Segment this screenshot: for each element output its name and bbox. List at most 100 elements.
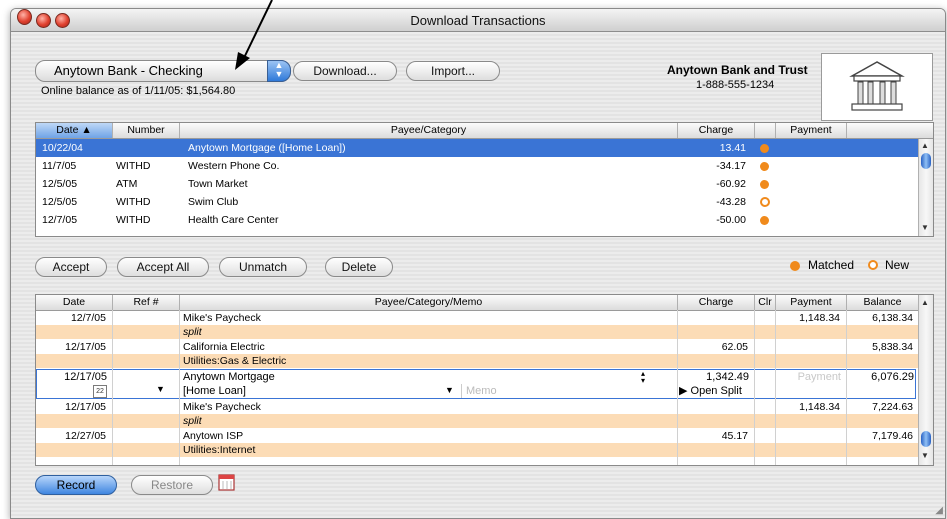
download-transactions-window: Download Transactions Anytown Bank - Che… — [10, 8, 946, 519]
column-divider — [754, 310, 755, 465]
register-category-row[interactable]: Utilities:Gas & Electric — [36, 354, 918, 368]
accept-all-button[interactable]: Accept All — [117, 257, 209, 277]
column-payment[interactable]: Payment — [776, 295, 847, 310]
row-payee: Health Care Center — [188, 214, 279, 226]
register-entry-row[interactable]: 12/17/05 California Electric 62.05 5,838… — [36, 340, 918, 354]
ref-dropdown-icon[interactable]: ▼ — [156, 384, 165, 394]
row-number: WITHD — [116, 196, 151, 208]
download-button[interactable]: Download... — [293, 61, 397, 81]
register-entry-row[interactable]: 12/27/05 Anytown ISP 45.17 7,179.46 — [36, 429, 918, 443]
column-date[interactable]: Date — [36, 295, 113, 310]
entry-category[interactable]: [Home Loan] — [183, 384, 463, 398]
restore-button[interactable]: Restore — [131, 475, 213, 495]
category-dropdown-icon[interactable]: ▼ — [445, 385, 454, 395]
scroll-thumb[interactable] — [921, 153, 931, 169]
row-date: 11/7/05 — [42, 160, 77, 172]
scroll-up-icon[interactable]: ▲ — [921, 141, 929, 150]
row-number: ATM — [116, 178, 138, 190]
matched-status-icon — [760, 180, 769, 189]
bank-logo — [821, 53, 933, 121]
column-date[interactable]: Date ▲ — [36, 123, 113, 138]
downloaded-row[interactable]: 11/7/05 WITHD Western Phone Co. -34.17 — [36, 157, 918, 175]
row-charge: -50.00 — [716, 214, 746, 226]
downloaded-row[interactable]: 12/5/05 ATM Town Market -60.92 — [36, 175, 918, 193]
column-charge[interactable]: Charge — [678, 123, 755, 138]
resize-grip-icon[interactable]: ◢ — [935, 505, 943, 516]
entry-payee: Mike's Paycheck — [183, 312, 261, 324]
scroll-up-icon[interactable]: ▲ — [921, 298, 929, 307]
column-status[interactable] — [755, 123, 776, 138]
column-payment[interactable]: Payment — [776, 123, 847, 138]
downloaded-transactions-table: Date ▲ Number Payee/Category Charge Paym… — [35, 122, 934, 237]
entry-category: split — [183, 326, 202, 338]
row-date: 12/5/05 — [42, 196, 78, 208]
column-payee-category-memo[interactable]: Payee/Category/Memo — [180, 295, 678, 310]
register-entry-row[interactable]: 12/17/05 Mike's Paycheck 1,148.34 7,224.… — [36, 400, 918, 414]
entry-date[interactable]: 12/17/05 — [43, 370, 107, 384]
downloaded-row[interactable]: 12/7/05 WITHD Health Care Center -50.00 — [36, 211, 918, 229]
column-charge[interactable]: Charge — [678, 295, 755, 310]
row-charge: -60.92 — [716, 178, 746, 190]
unmatch-button[interactable]: Unmatch — [219, 257, 307, 277]
scroll-down-icon[interactable]: ▼ — [921, 451, 929, 460]
delete-button[interactable]: Delete — [325, 257, 393, 277]
calendar-icon[interactable] — [217, 471, 237, 493]
register-category-row[interactable]: Utilities:Internet — [36, 443, 918, 457]
entry-balance: 7,179.46 — [872, 430, 913, 442]
entry-category: Utilities:Internet — [183, 444, 256, 456]
column-divider — [179, 310, 180, 465]
downloaded-row[interactable]: 10/22/04 Anytown Mortgage ([Home Loan]) … — [36, 139, 918, 157]
calendar-icon[interactable]: 22 — [93, 385, 107, 398]
entry-category: split — [183, 415, 202, 427]
column-clr[interactable]: Clr — [755, 295, 776, 310]
entry-date: 12/27/05 — [65, 430, 106, 442]
column-ref[interactable]: Ref # — [113, 295, 180, 310]
entry-charge — [678, 311, 748, 325]
payment-field[interactable]: Payment — [777, 370, 841, 384]
scroll-down-icon[interactable]: ▼ — [921, 223, 929, 232]
row-date: 12/5/05 — [42, 178, 78, 190]
open-split-button[interactable]: ▶ Open Split — [679, 384, 769, 398]
entry-payee[interactable]: Anytown Mortgage — [183, 370, 653, 384]
row-number: WITHD — [116, 214, 151, 226]
accept-button[interactable]: Accept — [35, 257, 107, 277]
bank-phone: 1-888-555-1234 — [696, 79, 775, 91]
entry-payee: Mike's Paycheck — [183, 401, 261, 413]
entry-charge: 45.17 — [721, 430, 748, 442]
editing-entry[interactable]: 12/17/05 22 ▼ Anytown Mortgage ▴ ▾ [Home … — [36, 369, 916, 399]
column-divider — [775, 310, 776, 465]
row-payee: Town Market — [188, 178, 248, 190]
new-legend-label: New — [885, 258, 910, 272]
entry-charge[interactable]: 1,342.49 — [679, 370, 749, 384]
entry-payment: 1,148.34 — [799, 312, 840, 324]
column-number[interactable]: Number — [113, 123, 180, 138]
scroll-thumb[interactable] — [921, 431, 931, 447]
entry-payee: California Electric — [183, 341, 265, 353]
register-category-row[interactable]: split — [36, 414, 918, 428]
row-charge: 13.41 — [719, 142, 746, 154]
entry-balance: 6,138.34 — [872, 312, 913, 324]
record-button[interactable]: Record — [35, 475, 117, 495]
title-bar[interactable]: Download Transactions — [11, 9, 945, 32]
downloaded-row[interactable]: 12/5/05 WITHD Swim Club -43.28 — [36, 193, 918, 211]
entry-balance: 5,838.34 — [872, 341, 913, 353]
column-divider — [846, 310, 847, 465]
column-balance[interactable]: Balance — [847, 295, 918, 310]
memo-field[interactable]: Memo — [461, 384, 676, 398]
register-category-row[interactable]: split — [36, 325, 918, 339]
register-header: Date Ref # Payee/Category/Memo Charge Cl… — [36, 295, 933, 311]
matched-legend-label: Matched — [808, 258, 855, 272]
window-title: Download Transactions — [410, 13, 546, 28]
entry-balance: 6,076.29 — [871, 371, 914, 383]
register-entry-row[interactable]: 12/7/05 Mike's Paycheck 1,148.34 6,138.3… — [36, 311, 918, 325]
account-popup[interactable]: Anytown Bank - Checking ▲ ▼ — [35, 60, 291, 82]
column-payee-category[interactable]: Payee/Category — [180, 123, 678, 138]
online-balance: Online balance as of 1/11/05: $1,564.80 — [41, 85, 236, 97]
import-button[interactable]: Import... — [406, 61, 500, 81]
entry-charge: 62.05 — [721, 341, 748, 353]
payee-stepper-icon[interactable]: ▴ ▾ — [641, 370, 645, 385]
account-popup-label: Anytown Bank - Checking — [54, 63, 203, 78]
register-scrollbar[interactable]: ▲ ▼ — [918, 295, 933, 465]
entry-charge — [678, 400, 748, 414]
downloaded-scrollbar[interactable]: ▲ ▼ — [918, 139, 933, 236]
